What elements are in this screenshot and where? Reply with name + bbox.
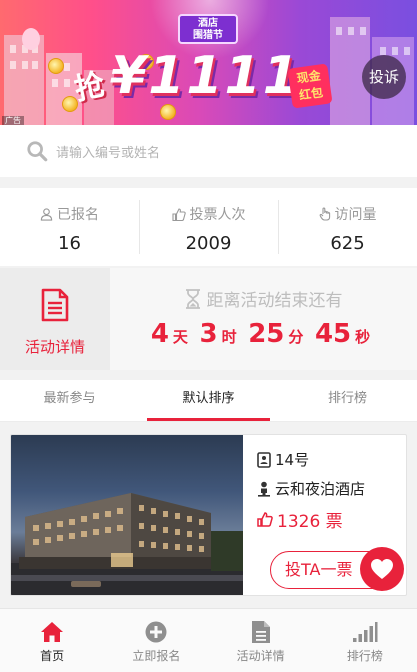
- tab-leaderboard[interactable]: 排行榜: [278, 380, 417, 421]
- stat-label: 投票人次: [189, 207, 246, 223]
- countdown-days: 4: [150, 319, 169, 349]
- banner-currency: ¥: [110, 46, 149, 106]
- ad-label: 广告: [2, 116, 24, 125]
- tab-default-sort[interactable]: 默认排序: [139, 380, 278, 421]
- nav-label: 活动详情: [236, 649, 285, 663]
- coin-decoration: [62, 96, 78, 112]
- home-icon: [41, 622, 64, 642]
- stat-registered: 已报名 16: [0, 188, 139, 266]
- nav-label: 排行榜: [346, 649, 383, 663]
- nav-activity-detail[interactable]: 活动详情: [209, 609, 313, 672]
- tab-latest[interactable]: 最新参与: [0, 380, 139, 421]
- coin-decoration: [160, 104, 176, 120]
- document-icon: [41, 288, 69, 322]
- pointer-hand-icon: [319, 207, 330, 221]
- stats-panel: 已报名 16 投票人次 2009 访问量 625: [0, 188, 417, 266]
- nav-home[interactable]: 首页: [0, 609, 104, 672]
- activity-detail-button[interactable]: 活动详情: [0, 268, 110, 370]
- entry-votes: 1326 票: [277, 512, 343, 532]
- plus-circle-icon: [145, 621, 167, 643]
- stat-value: 2009: [185, 233, 232, 254]
- countdown-title: 距离活动结束还有: [206, 291, 343, 311]
- banner-headline-number: 1111: [148, 46, 301, 106]
- nav-label: 首页: [40, 649, 65, 663]
- countdown-hours: 3: [199, 319, 218, 349]
- stat-value: 625: [330, 233, 365, 254]
- hourglass-icon: [185, 288, 200, 309]
- countdown-timer: 距离活动结束还有 4天 3时 25 分 45 秒: [110, 268, 417, 370]
- nav-register[interactable]: 立即报名: [104, 609, 208, 672]
- page: 酒店 围猎节 抢 ¥1111 现金 红包 投诉 广告 请输入编号或姓名 已报名 …: [0, 0, 417, 672]
- countdown-minutes: 25: [248, 319, 285, 349]
- activity-detail-label: 活动详情: [24, 338, 85, 356]
- entry-number: 14号: [275, 451, 310, 469]
- countdown-days-unit: 天: [172, 328, 188, 346]
- entry-number-row: 14号: [257, 449, 365, 470]
- thumbs-up-icon: [257, 512, 273, 527]
- search-icon: [27, 141, 48, 162]
- entry-info: 14号 云和夜泊酒店 1326 票: [257, 449, 365, 540]
- vote-heart-button[interactable]: [360, 547, 404, 591]
- coin-decoration: [48, 58, 64, 74]
- entry-name: 云和夜泊酒店: [275, 480, 366, 498]
- signal-bars-icon: [352, 622, 378, 642]
- sort-tabs: 最新参与 默认排序 排行榜: [0, 380, 417, 422]
- balloon-decoration: [22, 28, 40, 50]
- countdown-values: 4天 3时 25 分 45 秒: [110, 319, 417, 349]
- countdown-panel: 活动详情 距离活动结束还有 4天 3时 25 分 45 秒: [0, 268, 417, 370]
- complain-button[interactable]: 投诉: [362, 55, 406, 99]
- person-icon: [258, 481, 270, 497]
- countdown-minutes-unit: 分: [288, 328, 304, 346]
- stat-value: 16: [58, 233, 81, 254]
- stat-visits: 访问量 625: [278, 188, 417, 266]
- id-badge-icon: [257, 451, 271, 468]
- document-icon: [251, 621, 270, 643]
- festival-badge: 酒店 围猎节: [178, 14, 238, 44]
- nav-label: 立即报名: [132, 649, 181, 663]
- promo-banner[interactable]: 酒店 围猎节 抢 ¥1111 现金 红包 投诉 广告: [0, 0, 417, 125]
- entry-name-row: 云和夜泊酒店: [257, 478, 365, 499]
- entry-votes-row: 1326 票: [257, 507, 365, 532]
- hotel-building-image: [11, 493, 243, 595]
- person-icon: [40, 207, 53, 221]
- search-bar[interactable]: 请输入编号或姓名: [0, 125, 417, 177]
- heart-icon: [371, 559, 393, 579]
- search-input[interactable]: 请输入编号或姓名: [56, 142, 160, 161]
- countdown-seconds-unit: 秒: [355, 328, 371, 346]
- banner-headline: ¥1111: [110, 46, 301, 106]
- hotel-photo[interactable]: [11, 435, 243, 595]
- nav-leaderboard[interactable]: 排行榜: [313, 609, 417, 672]
- entry-card[interactable]: 14号 云和夜泊酒店 1326 票 投TA一票: [10, 434, 407, 596]
- thumbs-up-icon: [171, 207, 186, 221]
- stat-votes: 投票人次 2009: [139, 188, 278, 266]
- countdown-seconds: 45: [314, 319, 352, 349]
- stat-label: 已报名: [57, 207, 99, 223]
- hongbao-badge: 现金 红包: [287, 63, 333, 109]
- bottom-nav: 首页 立即报名 活动详情 排行榜: [0, 608, 417, 672]
- stat-label: 访问量: [334, 207, 377, 223]
- countdown-hours-unit: 时: [221, 328, 237, 346]
